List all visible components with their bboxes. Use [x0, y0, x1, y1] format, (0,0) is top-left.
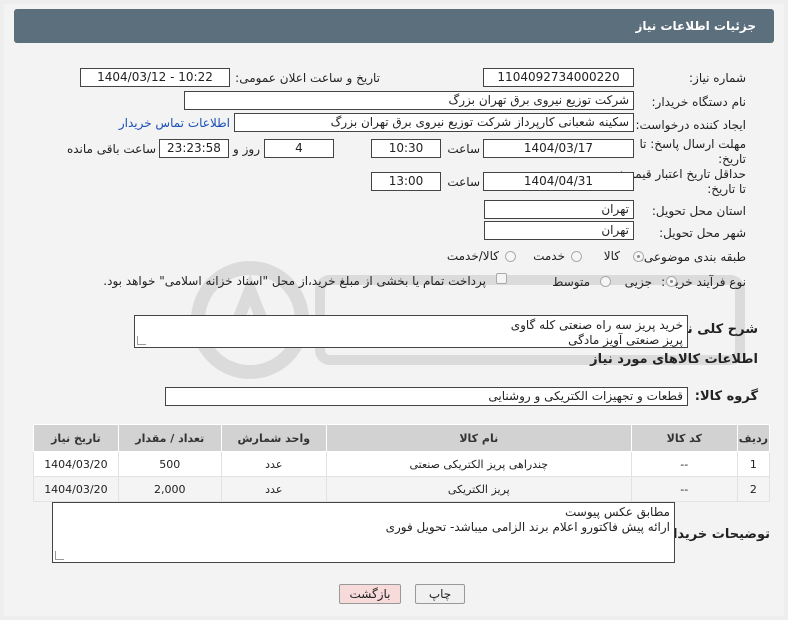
table-row: 2 -- پریز الکتریکی عدد 2,000 1404/03/20: [33, 476, 771, 502]
category-option-goods-service: کالا/خدمت: [446, 249, 499, 263]
creator-field: سکینه شعبانی کارپرداز شرکت توزیع نیروی ب…: [234, 113, 634, 132]
process-option-minor: جزیی: [624, 275, 652, 289]
remaining-label: ساعت باقی مانده: [66, 142, 156, 156]
price-validity-label-date: تا تاریخ:: [707, 182, 746, 196]
delivery-city-label: شهر محل تحویل:: [659, 226, 746, 240]
cell-item-code: --: [630, 451, 738, 477]
contact-info-link[interactable]: اطلاعات تماس خریدار: [119, 116, 230, 130]
announce-label: تاریخ و ساعت اعلان عمومی:: [235, 71, 380, 85]
price-validity-date-field: 1404/04/31: [483, 172, 634, 191]
cell-quantity: 2,000: [117, 476, 222, 502]
category-radio-goods-service[interactable]: [505, 251, 516, 262]
category-option-service: خدمت: [533, 249, 565, 263]
treasury-payment-checkbox[interactable]: [496, 273, 507, 284]
goods-table: ردیف کد کالا نام کالا واحد شمارش تعداد /…: [33, 424, 771, 502]
buyer-org-field: شرکت توزیع نیروی برق تهران بزرگ: [184, 91, 634, 110]
days-label: روز و: [233, 142, 260, 156]
cell-row-number: 2: [736, 476, 771, 502]
back-button[interactable]: بازگشت: [339, 584, 401, 604]
cell-need-date: 1404/03/20: [33, 451, 119, 477]
deadline-label-date: تاریخ:: [718, 152, 746, 166]
resize-grip-icon[interactable]: [137, 336, 146, 345]
creator-label: ایجاد کننده درخواست:: [635, 118, 746, 132]
cell-need-date: 1404/03/20: [33, 476, 119, 502]
page-title: جزئیات اطلاعات نیاز: [635, 19, 756, 33]
column-header-need-date: تاریخ نیاز: [33, 424, 119, 452]
deadline-time-label: ساعت: [447, 142, 480, 156]
price-validity-time-label: ساعت: [447, 175, 480, 189]
process-option-medium: متوسط: [552, 275, 590, 289]
resize-grip-icon[interactable]: [55, 551, 64, 560]
remaining-time-field: 23:23:58: [159, 139, 229, 158]
description-textarea[interactable]: خرید پریز سه راه صنعتی کله گاوی پریز صنع…: [134, 315, 688, 348]
column-header-item-code: کد کالا: [630, 424, 738, 452]
announce-datetime-field: 1404/03/12 - 10:22: [80, 68, 230, 87]
deadline-time-field: 10:30: [371, 139, 441, 158]
cell-unit: عدد: [220, 451, 327, 477]
buyer-notes-line-2: ارائه پیش فاکتورو اعلام برند الزامی میبا…: [385, 520, 670, 534]
cell-item-name: پریز الکتریکی: [325, 476, 632, 502]
goods-section-title: اطلاعات کالاهای مورد نیاز: [590, 352, 758, 367]
delivery-province-field: تهران: [484, 200, 634, 219]
buyer-notes-label: توضیحات خریدار:: [660, 527, 770, 542]
column-header-unit: واحد شمارش: [220, 424, 327, 452]
table-header-row: ردیف کد کالا نام کالا واحد شمارش تعداد /…: [33, 424, 771, 452]
cell-item-code: --: [630, 476, 738, 502]
goods-group-label: گروه کالا:: [694, 389, 758, 404]
column-header-item-name: نام کالا: [325, 424, 632, 452]
cell-row-number: 1: [736, 451, 771, 477]
buyer-notes-line-1: مطابق عکس پیوست: [565, 505, 670, 519]
delivery-city-field: تهران: [484, 221, 634, 240]
buyer-org-label: نام دستگاه خریدار:: [651, 95, 747, 109]
buyer-notes-textarea[interactable]: مطابق عکس پیوست ارائه پیش فاکتورو اعلام …: [52, 502, 675, 563]
cell-item-name: چندراهی پریز الکتریکی صنعتی: [325, 451, 632, 477]
page-header: جزئیات اطلاعات نیاز: [14, 9, 774, 43]
need-number-field: 1104092734000220: [483, 68, 634, 87]
process-radio-medium[interactable]: [600, 276, 611, 287]
column-header-quantity: تعداد / مقدار: [117, 424, 222, 452]
process-radio-minor[interactable]: [666, 276, 677, 287]
category-radio-service[interactable]: [571, 251, 582, 262]
category-radio-goods[interactable]: [633, 251, 644, 262]
category-label: طبقه بندی موضوعی:: [639, 250, 746, 264]
cell-quantity: 500: [117, 451, 222, 477]
treasury-payment-note: پرداخت تمام یا بخشی از مبلغ خرید،از محل …: [103, 274, 486, 288]
description-line-1: خرید پریز سه راه صنعتی کله گاوی: [510, 318, 683, 332]
price-validity-label: حداقل تاریخ اعتبار قیمت:: [619, 167, 746, 181]
delivery-province-label: استان محل تحویل:: [651, 204, 746, 218]
goods-group-field: قطعات و تجهیزات الکتریکی و روشنایی: [165, 387, 688, 406]
deadline-date-field: 1404/03/17: [483, 139, 634, 158]
price-validity-time-field: 13:00: [371, 172, 441, 191]
days-field: 4: [264, 139, 334, 158]
table-row: 1 -- چندراهی پریز الکتریکی صنعتی عدد 500…: [33, 451, 771, 477]
need-number-label: شماره نیاز:: [689, 71, 746, 85]
column-header-row-number: ردیف: [736, 424, 771, 452]
print-button[interactable]: چاپ: [415, 584, 465, 604]
deadline-label: مهلت ارسال پاسخ: تا: [639, 137, 746, 151]
cell-unit: عدد: [220, 476, 327, 502]
description-line-2: پریز صنعتی آویز مادگی: [568, 333, 683, 347]
category-option-goods: کالا: [603, 249, 620, 263]
